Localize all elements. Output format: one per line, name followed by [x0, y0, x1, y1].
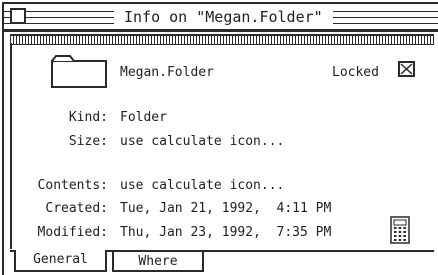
calculator-icon[interactable]	[390, 216, 410, 244]
locked-checkbox[interactable]	[398, 61, 415, 77]
folder-icon	[51, 55, 107, 88]
window-title: Info on "Megan.Folder"	[114, 6, 333, 28]
size-value: use calculate icon...	[120, 134, 285, 149]
item-name[interactable]: Megan.Folder	[120, 65, 214, 81]
tab-where[interactable]: Where	[112, 250, 204, 272]
modified-value: Thu, Jan 23, 1992, 7:35 PM	[120, 225, 332, 240]
modified-label: Modified:	[37, 225, 108, 240]
tab-general[interactable]: General	[14, 250, 107, 272]
contents-value: use calculate icon...	[120, 178, 285, 193]
created-value: Tue, Jan 21, 1992, 4:11 PM	[120, 201, 332, 216]
kind-label: Kind:	[68, 110, 108, 125]
title-bar[interactable]: Info on "Megan.Folder"	[4, 4, 438, 32]
size-label: Size:	[68, 134, 108, 149]
contents-label: Contents:	[37, 178, 108, 193]
kind-value: Folder	[120, 110, 167, 125]
created-label: Created:	[45, 201, 108, 216]
info-panel: Megan.Folder Locked Kind: Folder Size: u…	[10, 43, 436, 249]
locked-label: Locked	[332, 65, 379, 80]
close-box-icon[interactable]	[10, 8, 26, 24]
